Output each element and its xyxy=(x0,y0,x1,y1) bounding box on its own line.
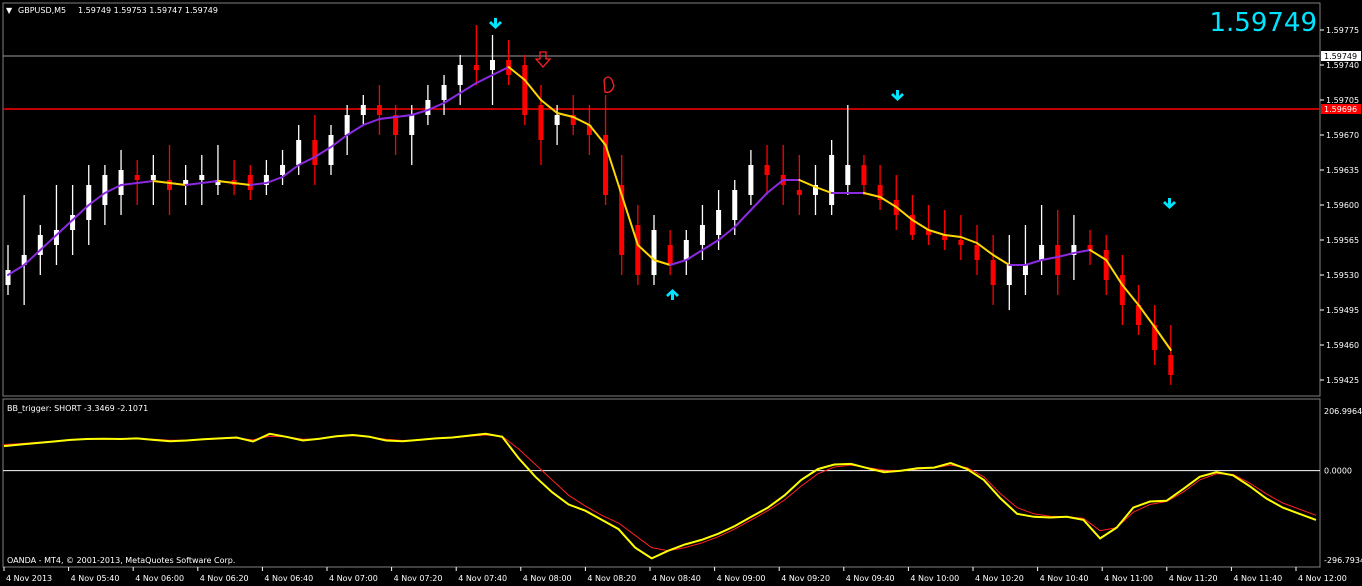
candle-body xyxy=(538,105,544,140)
time-tick-label: 4 Nov 07:00 xyxy=(329,574,378,583)
candle-body xyxy=(958,240,964,245)
candle-body xyxy=(425,100,431,115)
time-tick-label: 4 Nov 08:00 xyxy=(523,574,572,583)
candle-body xyxy=(360,105,366,115)
candle-body xyxy=(118,170,124,195)
candle-body xyxy=(150,175,156,180)
time-tick-label: 4 Nov 2013 xyxy=(6,574,52,583)
candle-body xyxy=(167,180,172,190)
candle-body xyxy=(1039,245,1045,260)
candle-body xyxy=(683,240,689,260)
candle-body xyxy=(829,155,835,205)
candle-body xyxy=(296,140,302,165)
candle-body xyxy=(1168,355,1174,375)
candle-body xyxy=(861,165,867,185)
current-price-box-label: 1.59749 xyxy=(1324,52,1357,61)
candle-body xyxy=(732,190,738,220)
price-tick-label: 1.59740 xyxy=(1326,61,1359,70)
level-price-box-label: 1.59696 xyxy=(1324,105,1357,114)
candle-body xyxy=(199,175,205,180)
price-tick-label: 1.59530 xyxy=(1326,271,1359,280)
time-tick-label: 4 Nov 09:00 xyxy=(717,574,766,583)
candle-body xyxy=(1006,265,1012,285)
candle-body xyxy=(990,260,996,285)
time-tick-label: 4 Nov 10:00 xyxy=(910,574,959,583)
candle-body xyxy=(247,175,253,190)
candle-body xyxy=(5,270,11,285)
candle-body xyxy=(441,85,447,100)
candle-body xyxy=(376,105,382,115)
candle-body xyxy=(1103,250,1109,280)
price-tick-label: 1.59565 xyxy=(1326,236,1359,245)
candle-body xyxy=(328,135,334,165)
symbol-menu-arrow-icon[interactable]: ▼ xyxy=(6,6,13,15)
symbol-label: GBPUSD,M5 xyxy=(18,6,66,15)
current-price-display: 1.59749 xyxy=(1209,8,1317,38)
price-tick-label: 1.59425 xyxy=(1326,376,1359,385)
time-tick-label: 4 Nov 12:00 xyxy=(1298,574,1347,583)
time-tick-label: 4 Nov 11:20 xyxy=(1169,574,1218,583)
candle-body xyxy=(796,190,802,195)
candle-body xyxy=(845,165,851,185)
time-tick-label: 4 Nov 08:20 xyxy=(587,574,636,583)
candle-body xyxy=(1022,265,1028,275)
price-tick-label: 1.59460 xyxy=(1326,341,1359,350)
time-tick-label: 4 Nov 07:20 xyxy=(394,574,443,583)
candle-body xyxy=(764,165,770,175)
candle-body xyxy=(280,165,286,175)
price-tick-label: 1.59705 xyxy=(1326,96,1359,105)
copyright-label: OANDA - MT4, © 2001-2013, MetaQuotes Sof… xyxy=(7,556,235,565)
time-tick-label: 4 Nov 05:40 xyxy=(71,574,120,583)
indicator-tick-label: 206.9964 xyxy=(1324,407,1362,416)
time-tick-label: 4 Nov 07:40 xyxy=(458,574,507,583)
price-tick-label: 1.59495 xyxy=(1326,306,1359,315)
indicator-label: BB_trigger: SHORT -3.3469 -2.1071 xyxy=(7,404,148,413)
time-tick-label: 4 Nov 08:40 xyxy=(652,574,701,583)
candle-body xyxy=(635,225,641,275)
candle-body xyxy=(344,115,350,135)
candle-body xyxy=(748,165,754,195)
candle-body xyxy=(1119,275,1125,305)
candle-body xyxy=(667,245,673,265)
candle-body xyxy=(457,65,463,85)
candle-body xyxy=(473,65,479,70)
candle-body xyxy=(102,175,108,205)
ohlc-label: 1.59749 1.59753 1.59747 1.59749 xyxy=(78,6,218,15)
price-tick-label: 1.59635 xyxy=(1326,166,1359,175)
candle-body xyxy=(490,60,495,70)
chart-background xyxy=(0,0,1362,586)
candle-body xyxy=(409,115,415,135)
candle-body xyxy=(716,210,722,235)
time-tick-label: 4 Nov 11:40 xyxy=(1233,574,1282,583)
candle-body xyxy=(651,230,657,275)
time-tick-label: 4 Nov 06:20 xyxy=(200,574,249,583)
price-tick-label: 1.59775 xyxy=(1326,26,1359,35)
candle-body xyxy=(134,175,140,180)
time-tick-label: 4 Nov 10:40 xyxy=(1040,574,1089,583)
candle-body xyxy=(522,65,528,115)
price-tick-label: 1.59600 xyxy=(1326,201,1359,210)
candle-body xyxy=(554,115,560,125)
indicator-tick-label: -296.7934 xyxy=(1324,556,1362,565)
candle-body xyxy=(974,245,980,260)
candle-body xyxy=(1055,245,1061,275)
time-tick-label: 4 Nov 11:00 xyxy=(1104,574,1153,583)
candle-body xyxy=(699,225,705,245)
price-tick-label: 1.59670 xyxy=(1326,131,1359,140)
time-tick-label: 4 Nov 06:00 xyxy=(135,574,184,583)
time-tick-label: 4 Nov 09:20 xyxy=(781,574,830,583)
time-tick-label: 4 Nov 09:40 xyxy=(846,574,895,583)
time-tick-label: 4 Nov 06:40 xyxy=(264,574,313,583)
indicator-tick-label: 0.0000 xyxy=(1324,467,1352,476)
candle-body xyxy=(312,140,318,165)
time-tick-label: 4 Nov 10:20 xyxy=(975,574,1024,583)
trading-chart[interactable]: ▼ GBPUSD,M5 1.59749 1.59753 1.59747 1.59… xyxy=(0,0,1362,586)
